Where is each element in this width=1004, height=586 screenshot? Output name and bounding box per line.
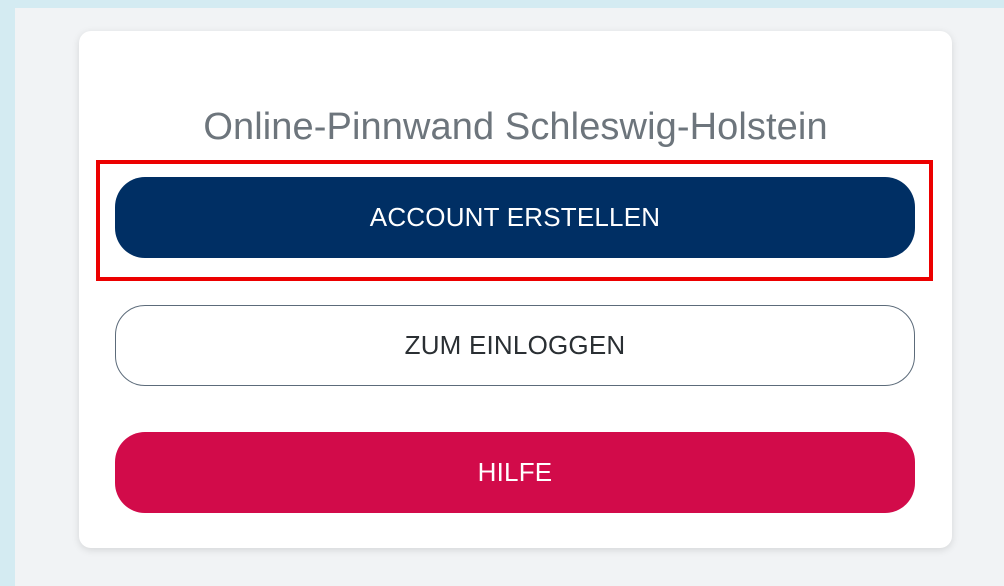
login-button[interactable]: ZUM EINLOGGEN bbox=[115, 305, 915, 386]
page-title: Online-Pinnwand Schleswig-Holstein bbox=[203, 106, 828, 148]
create-account-button[interactable]: ACCOUNT ERSTELLEN bbox=[115, 177, 915, 258]
help-button[interactable]: HILFE bbox=[115, 432, 915, 513]
